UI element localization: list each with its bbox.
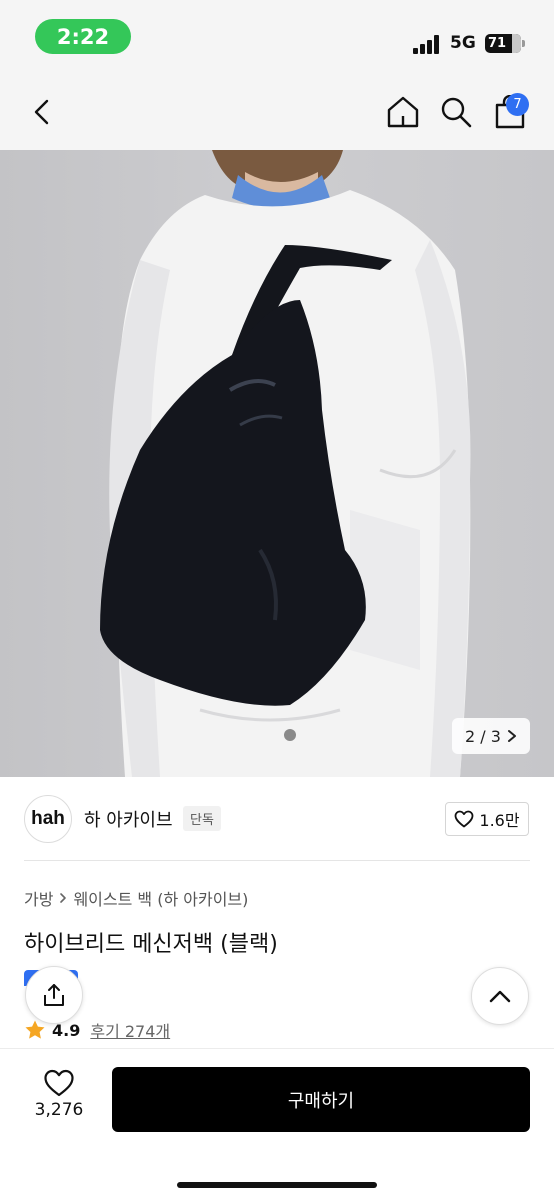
navigation-bar (0, 80, 554, 150)
back-button[interactable] (22, 92, 62, 132)
breadcrumb: 가방 웨이스트 백 (하 아카이브) (24, 886, 248, 910)
star-icon (25, 1020, 45, 1039)
chevron-up-icon (489, 990, 511, 1003)
search-icon (441, 97, 472, 128)
chevron-right-icon (507, 730, 516, 742)
heart-icon (455, 810, 474, 828)
product-photo (0, 150, 554, 777)
wishlist-count: 3,276 (34, 1100, 84, 1120)
divider (24, 860, 530, 861)
exclusive-badge: 단독 (183, 806, 221, 831)
rating-row: 4.9 후기 274개 (24, 1018, 170, 1042)
battery-icon: 71 (485, 34, 521, 53)
review-count-link[interactable]: 후기 274개 (90, 1018, 170, 1042)
status-bar: 2:22 5G 71 (0, 0, 554, 80)
breadcrumb-subcategory[interactable]: 웨이스트 백 (하 아카이브) (73, 886, 248, 910)
rating-score: 4.9 (52, 1020, 81, 1040)
brand-name[interactable]: 하 아카이브 (84, 806, 173, 832)
chevron-right-icon (60, 893, 67, 903)
home-indicator (177, 1182, 377, 1188)
brand-like-count: 1.6만 (479, 811, 520, 830)
share-icon (44, 984, 64, 1006)
share-button[interactable] (25, 966, 83, 1024)
status-time: 2:22 (35, 19, 131, 54)
brand-logo[interactable]: hah (24, 795, 72, 843)
cart-count-badge: 7 (506, 93, 529, 116)
signal-icon (413, 34, 443, 54)
breadcrumb-category[interactable]: 가방 (24, 886, 53, 910)
product-title: 하이브리드 메신저백 (블랙) (24, 932, 278, 957)
network-label: 5G (450, 33, 476, 53)
home-icon (387, 96, 419, 128)
scroll-top-button[interactable] (471, 967, 529, 1025)
home-button[interactable] (383, 92, 423, 132)
brand-like-button[interactable]: 1.6만 (445, 802, 529, 836)
image-counter-text: 2 / 3 (465, 726, 501, 746)
chevron-left-icon (34, 99, 49, 125)
search-button[interactable] (436, 92, 476, 132)
product-image[interactable] (0, 150, 554, 777)
image-counter[interactable]: 2 / 3 (452, 718, 530, 754)
buy-button[interactable]: 구매하기 (112, 1067, 530, 1132)
battery-level: 71 (488, 36, 507, 51)
wishlist-button[interactable]: 3,276 (24, 1068, 94, 1132)
heart-icon (44, 1069, 74, 1097)
